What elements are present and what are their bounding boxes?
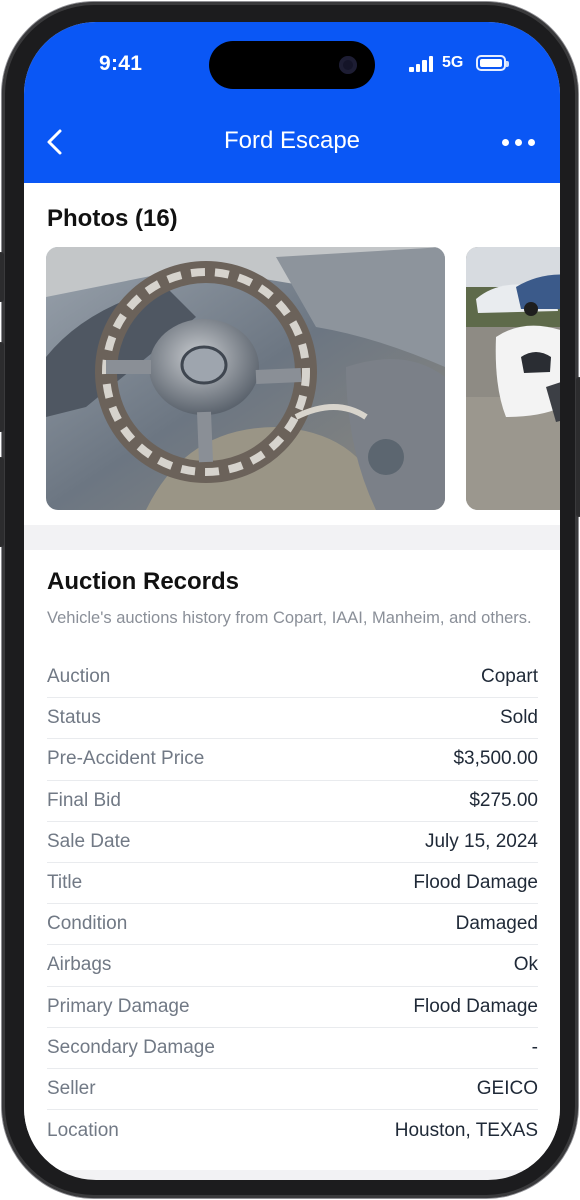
record-value: Sold — [499, 707, 538, 729]
record-row-secondary-damage: Secondary Damage - — [47, 1028, 538, 1069]
record-row-condition: Condition Damaged — [47, 904, 538, 946]
record-row-primary-damage: Primary Damage Flood Damage — [47, 987, 538, 1028]
record-value: July 15, 2024 — [424, 830, 538, 852]
record-label: Primary Damage — [47, 995, 190, 1017]
ellipsis-icon — [502, 139, 509, 146]
record-value: Flood Damage — [413, 872, 538, 894]
record-row-sale-date: Sale Date July 15, 2024 — [47, 822, 538, 863]
page-title: Ford Escape — [223, 127, 361, 154]
record-row-auction: Auction Copart — [47, 657, 538, 699]
more-button[interactable] — [502, 132, 536, 152]
action-button — [0, 252, 4, 302]
auction-records-list: Auction Copart Status Sold Pre-Accident Pr… — [47, 657, 538, 1151]
record-row-status: Status Sold — [47, 698, 538, 740]
record-label: Status — [47, 707, 101, 729]
interior-photo-image — [46, 247, 445, 510]
volume-up-button — [0, 342, 4, 432]
record-value: Ok — [513, 954, 538, 976]
record-label: Sale Date — [47, 830, 131, 852]
record-value: - — [531, 1036, 538, 1058]
battery-icon — [476, 55, 509, 71]
photo-thumbnail-interior[interactable] — [46, 247, 445, 510]
record-label: Location — [47, 1119, 119, 1141]
status-time: 9:41 — [99, 52, 143, 75]
record-value: Copart — [480, 666, 538, 688]
record-label: Seller — [47, 1077, 96, 1099]
photos-title: Photos (16) — [47, 205, 178, 232]
record-row-title: Title Flood Damage — [47, 863, 538, 905]
record-row-pre-accident-price: Pre-Accident Price $3,500.00 — [47, 739, 538, 781]
network-label: 5G — [442, 54, 464, 71]
signal-icon — [409, 56, 435, 72]
record-value: Flood Damage — [413, 995, 538, 1017]
auction-records-section: Auction Records Vehicle's auctions histo… — [24, 550, 560, 1170]
auction-title: Auction Records — [47, 568, 240, 595]
record-value: $3,500.00 — [453, 748, 538, 770]
record-value: $275.00 — [469, 789, 538, 811]
record-label: Auction — [47, 666, 111, 688]
photos-section: Photos (16) — [24, 183, 560, 525]
exterior-photo-image — [466, 247, 560, 510]
app-header: 9:41 5G Ford Escape — [24, 22, 560, 183]
record-label: Pre-Accident Price — [47, 748, 205, 770]
record-label: Airbags — [47, 954, 112, 976]
camera-icon — [339, 56, 357, 74]
record-row-final-bid: Final Bid $275.00 — [47, 781, 538, 822]
record-label: Title — [47, 872, 83, 894]
record-value: GEICO — [476, 1077, 538, 1099]
auction-subtitle: Vehicle's auctions history from Copart, … — [47, 609, 532, 627]
record-row-location: Location Houston, TEXAS — [47, 1110, 538, 1151]
record-row-airbags: Airbags Ok — [47, 945, 538, 987]
power-button — [576, 377, 580, 517]
record-label: Final Bid — [47, 789, 121, 811]
screen: 9:41 5G Ford Escape Photos (16) Auction … — [24, 22, 560, 1180]
photo-thumbnail-exterior[interactable] — [466, 247, 560, 510]
dynamic-island — [209, 41, 375, 89]
record-value: Damaged — [455, 913, 538, 935]
record-label: Condition — [47, 913, 128, 935]
record-label: Secondary Damage — [47, 1036, 215, 1058]
volume-down-button — [0, 457, 4, 547]
phone-frame: 9:41 5G Ford Escape Photos (16) Auction … — [0, 2, 580, 1198]
record-row-seller: Seller GEICO — [47, 1069, 538, 1111]
record-value: Houston, TEXAS — [394, 1119, 538, 1141]
